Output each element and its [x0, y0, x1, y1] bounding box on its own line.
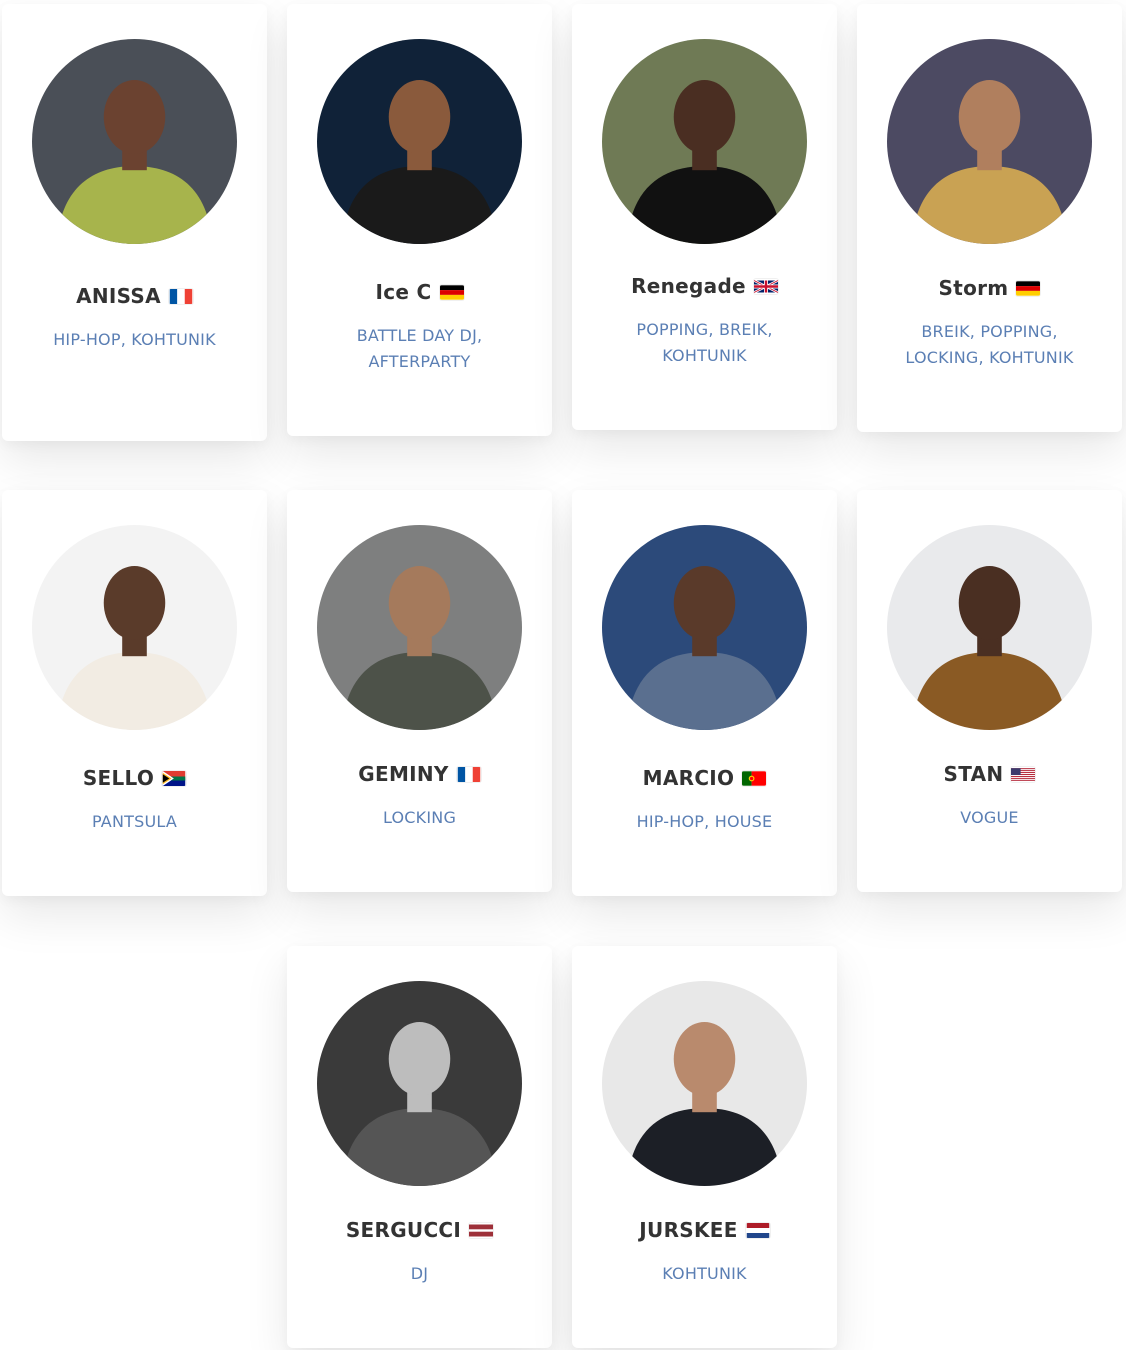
artist-card[interactable]: STAN VOGUE [857, 490, 1122, 892]
artist-photo [602, 525, 807, 730]
artist-name-text: STAN [943, 762, 1004, 786]
artist-card[interactable]: SERGUCCI DJ [287, 946, 552, 1348]
artist-styles: HIP-HOP, HOUSE [636, 812, 773, 831]
artist-name-text: JURSKEE [639, 1218, 738, 1242]
artist-photo [602, 981, 807, 1186]
artist-name-text: GEMINY [358, 762, 449, 786]
artist-styles: VOGUE [960, 808, 1019, 827]
artist-styles: LOCKING [382, 808, 457, 827]
artist-name: MARCIO [572, 766, 837, 790]
artist-card[interactable]: Renegade POPPING, BREIK, KOHTUNIK [572, 4, 837, 430]
artist-name: SELLO [2, 766, 267, 790]
france-flag-icon [169, 288, 193, 304]
germany-flag-icon [1016, 280, 1041, 296]
artist-styles: POPPING, BREIK, KOHTUNIK [636, 320, 773, 365]
artist-card[interactable]: MARCIO HIP-HOP, HOUSE [572, 490, 837, 896]
artist-photo [602, 39, 807, 244]
latvia-flag-icon [469, 1223, 494, 1238]
artist-card[interactable]: Storm BREIK, POPPING, LOCKING, KOHTUNIK [857, 4, 1122, 432]
artist-name: SERGUCCI [287, 1218, 552, 1242]
artist-photo [317, 39, 522, 244]
artist-name: Ice C [287, 280, 552, 304]
artist-name: Renegade [572, 274, 837, 298]
artist-card[interactable]: ANISSA HIP-HOP, KOHTUNIK [2, 4, 267, 441]
france-flag-icon [457, 766, 481, 782]
artist-name: STAN [857, 762, 1122, 786]
artist-card[interactable]: JURSKEE KOHTUNIK [572, 946, 837, 1348]
artist-photo [317, 981, 522, 1186]
artist-photo [32, 39, 237, 244]
artist-photo [317, 525, 522, 730]
artist-styles: KOHTUNIK [662, 1264, 747, 1283]
artist-card[interactable]: GEMINY LOCKING [287, 490, 552, 892]
artist-name-text: Renegade [631, 274, 746, 298]
artist-photo [887, 39, 1092, 244]
artist-name: ANISSA [2, 284, 267, 308]
artist-name: GEMINY [287, 762, 552, 786]
artist-name-text: Ice C [375, 280, 432, 304]
artist-name-text: MARCIO [642, 766, 735, 790]
artist-name: JURSKEE [572, 1218, 837, 1242]
artist-photo [887, 525, 1092, 730]
artist-card[interactable]: SELLO PANTSULA [2, 490, 267, 896]
artist-name-text: SELLO [82, 766, 155, 790]
south-africa-flag-icon [162, 770, 186, 786]
artist-styles: BATTLE DAY DJ, AFTERPARTY [356, 326, 483, 371]
netherlands-flag-icon [746, 1222, 770, 1238]
artist-styles: DJ [410, 1264, 429, 1283]
artist-card[interactable]: Ice C BATTLE DAY DJ, AFTERPARTY [287, 4, 552, 436]
artist-styles: PANTSULA [91, 812, 177, 831]
uk-flag-icon [753, 278, 778, 294]
portugal-flag-icon [742, 770, 767, 786]
artist-styles: BREIK, POPPING, LOCKING, KOHTUNIK [905, 322, 1074, 367]
artist-name-text: ANISSA [76, 284, 161, 308]
artist-name-text: SERGUCCI [345, 1218, 462, 1242]
artist-name: Storm [857, 276, 1122, 300]
artist-photo [32, 525, 237, 730]
germany-flag-icon [439, 284, 464, 300]
artists-grid: ANISSA HIP-HOP, KOHTUNIK Ice C BATTLE DA… [0, 0, 1126, 1350]
artist-name-text: Storm [938, 276, 1009, 300]
artist-styles: HIP-HOP, KOHTUNIK [53, 330, 216, 349]
usa-flag-icon [1011, 767, 1036, 782]
